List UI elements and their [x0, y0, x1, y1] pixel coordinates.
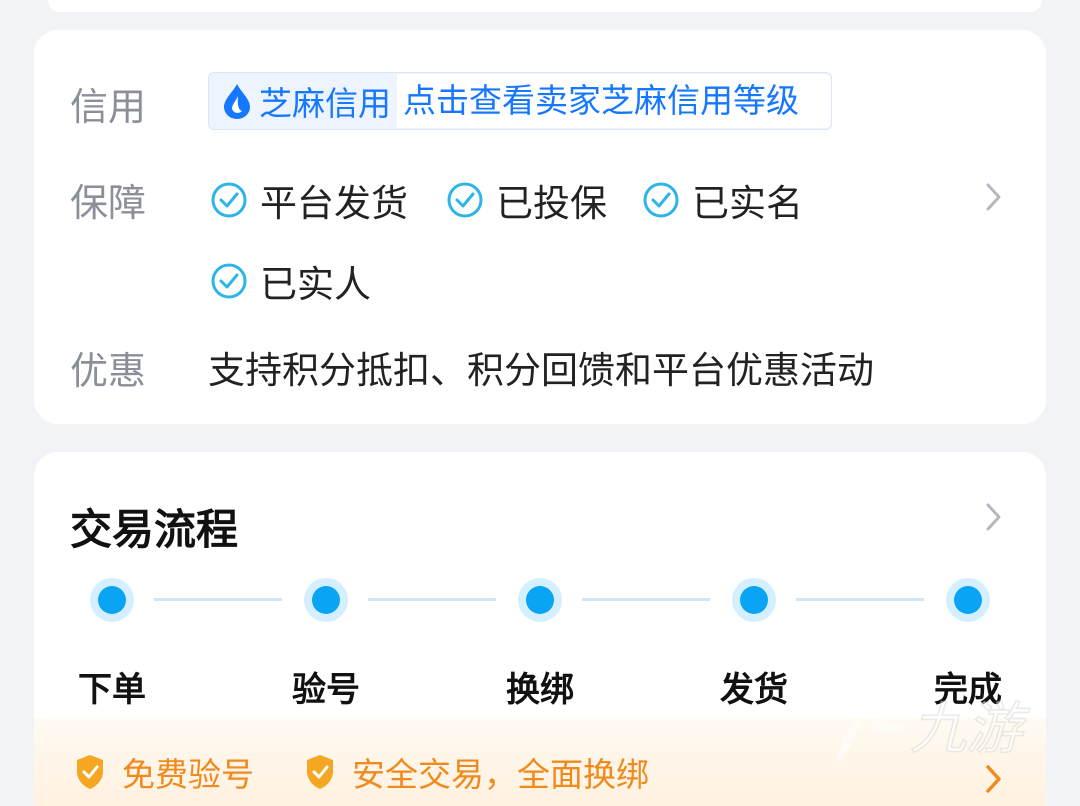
check-circle-icon — [211, 263, 247, 299]
trade-flow-title: 交易流程 — [70, 505, 239, 554]
previous-card-edge — [48, 0, 1042, 12]
promo-item-safe-trade: 安全交易，全面换绑 — [304, 748, 649, 796]
view-credit-level-link[interactable]: 点击查看卖家芝麻信用等级 — [397, 74, 831, 128]
check-circle-icon — [447, 182, 483, 218]
svg-text:九游: 九游 — [910, 697, 1030, 762]
check-circle-icon — [211, 182, 247, 218]
seller-info-card: 信用 芝麻信用 点击查看卖家芝麻信用等级 保障 平台发货 已投保 已实名 已实人… — [34, 30, 1046, 424]
credit-label: 信用 — [70, 85, 147, 129]
guarantee-item-label: 已实名 — [692, 182, 803, 225]
check-circle-icon — [643, 182, 679, 218]
step-dot — [732, 578, 776, 622]
promo-item-label: 免费验号 — [122, 755, 254, 794]
guarantee-item-label: 已投保 — [496, 182, 607, 225]
promo-item-free-check: 免费验号 — [74, 748, 254, 796]
step-dot — [90, 578, 134, 622]
guarantee-item-label: 已实人 — [260, 263, 371, 306]
promo-item-label: 安全交易，全面换绑 — [352, 755, 649, 794]
step-label: 验号 — [292, 670, 360, 710]
step-dot — [304, 578, 348, 622]
jiuyou-watermark-logo: 九游 — [830, 668, 1040, 772]
step-dot — [946, 578, 990, 622]
sesame-credit-icon — [215, 73, 259, 129]
sesame-credit-brand: 芝麻信用 — [259, 84, 391, 123]
step-connector — [582, 598, 710, 601]
step-label: 下单 — [78, 670, 146, 710]
shield-check-icon — [77, 755, 103, 789]
shield-check-icon — [307, 755, 333, 789]
step-connector — [368, 598, 496, 601]
step-label: 发货 — [720, 670, 788, 710]
step-connector — [154, 598, 282, 601]
guarantee-label: 保障 — [70, 181, 147, 225]
guarantee-chevron-right-icon[interactable] — [982, 180, 1006, 214]
trade-flow-chevron-right-icon[interactable] — [982, 500, 1006, 534]
guarantee-item-real-person: 已实人 — [210, 254, 371, 308]
step-dot — [518, 578, 562, 622]
sesame-credit-badge[interactable]: 芝麻信用 点击查看卖家芝麻信用等级 — [208, 72, 832, 130]
guarantee-item-platform-delivery: 平台发货 — [210, 173, 408, 227]
discount-label: 优惠 — [70, 349, 147, 393]
step-label: 换绑 — [506, 670, 574, 710]
step-connector — [796, 598, 924, 601]
guarantee-item-real-name: 已实名 — [642, 173, 803, 227]
discount-text: 支持积分抵扣、积分回馈和平台优惠活动 — [208, 349, 874, 392]
guarantee-item-label: 平台发货 — [260, 182, 408, 225]
guarantee-item-insured: 已投保 — [446, 173, 607, 227]
